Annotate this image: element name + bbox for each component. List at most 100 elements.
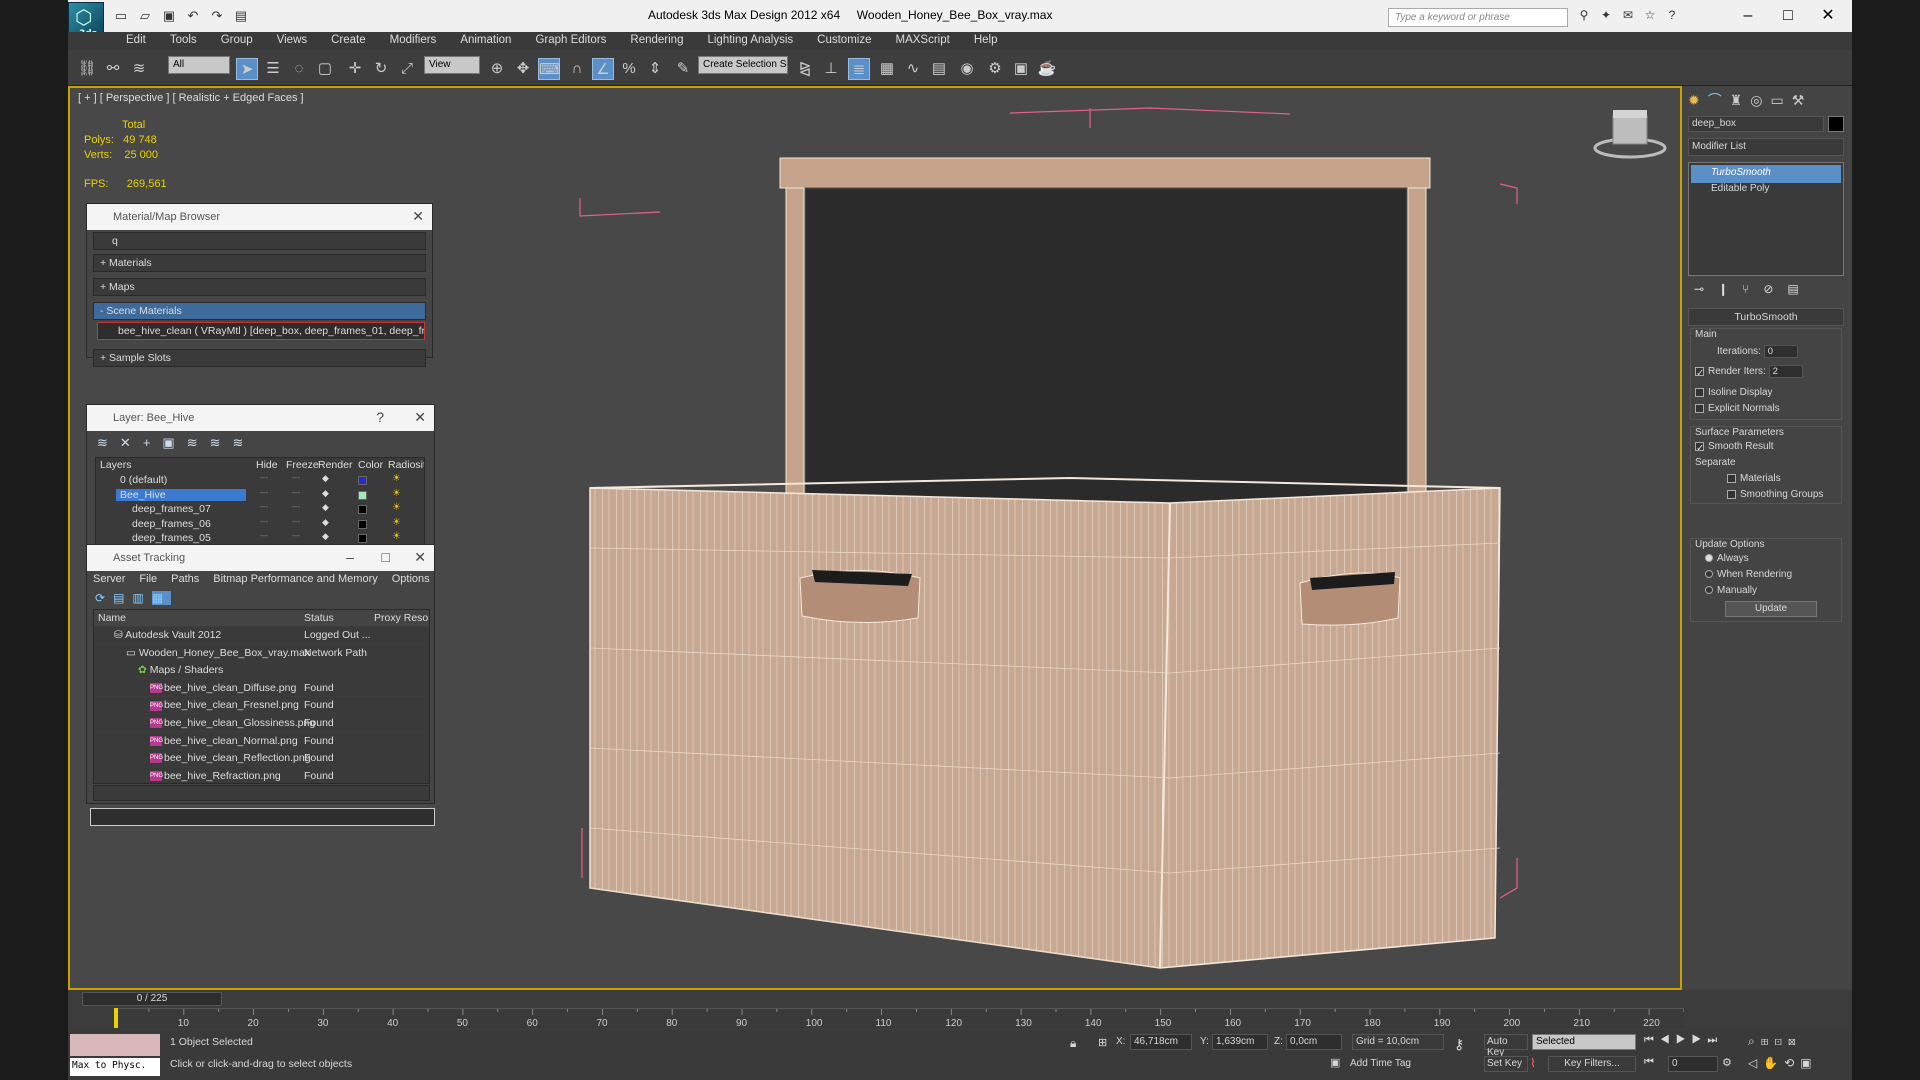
pivot-icon[interactable]: ⊕: [486, 58, 508, 80]
rollout-maps[interactable]: + Maps: [93, 278, 426, 296]
binoculars-icon[interactable]: ⚲: [1576, 8, 1592, 22]
render-setup-icon[interactable]: ⚙: [984, 58, 1006, 80]
zoom-all-icon[interactable]: ⊞: [1761, 1034, 1775, 1048]
lid-left-frame[interactable]: [785, 187, 805, 529]
material-editor-icon[interactable]: ◉: [956, 58, 978, 80]
key-mode-icon[interactable]: ⏮: [1644, 1056, 1654, 1069]
menu-lighting-analysis[interactable]: Lighting Analysis: [695, 32, 805, 50]
iterations-spinner[interactable]: 0: [1763, 345, 1798, 358]
layer-col-freeze[interactable]: Freeze: [286, 459, 319, 471]
refresh-icon[interactable]: ⟳: [95, 591, 113, 605]
link-icon[interactable]: ⛓: [76, 58, 98, 80]
object-color-swatch[interactable]: [1828, 116, 1844, 132]
rect-region-icon[interactable]: ◌: [288, 58, 310, 80]
layer-color-swatch[interactable]: [358, 534, 367, 543]
add-time-tag[interactable]: Add Time Tag: [1350, 1058, 1411, 1069]
percent-snap-icon[interactable]: %: [618, 58, 640, 80]
curve-editor-icon[interactable]: ∿: [902, 58, 924, 80]
close-icon[interactable]: ✕: [414, 409, 426, 426]
menu-edit[interactable]: Edit: [114, 32, 158, 50]
freeze-toggle[interactable]: ---: [292, 488, 300, 497]
perspective-viewport[interactable]: [ + ] [ Perspective ] [ Realistic + Edge…: [68, 86, 1682, 990]
material-search-input[interactable]: q: [93, 232, 426, 250]
communication-icon[interactable]: ✉: [1620, 8, 1636, 22]
close-icon[interactable]: ✕: [414, 549, 426, 566]
asset-row[interactable]: ⛁ Autodesk Vault 2012 Logged Out ...: [94, 627, 429, 644]
asset-menu-paths[interactable]: Paths: [171, 573, 199, 585]
modifier-list-dropdown[interactable]: Modifier List: [1688, 138, 1844, 156]
time-marker[interactable]: [114, 1008, 118, 1028]
modify-tab-icon[interactable]: ⌒: [1708, 92, 1730, 108]
close-button[interactable]: ✕: [1808, 4, 1848, 28]
freeze-toggle[interactable]: ---: [292, 531, 300, 540]
goto-end-icon[interactable]: ⏭: [1707, 1034, 1723, 1046]
motion-tab-icon[interactable]: ◎: [1750, 92, 1770, 108]
zoom-icon[interactable]: ⌕: [1748, 1034, 1761, 1048]
asset-menu-options[interactable]: Options: [392, 573, 430, 585]
layer-col-radiosity[interactable]: Radiosity: [388, 459, 424, 471]
asset-row[interactable]: PNGbee_hive_clean_Normal.png Found: [94, 733, 429, 750]
box-body[interactable]: [589, 487, 1501, 969]
play-icon[interactable]: ▶: [1676, 1034, 1692, 1046]
table-icon[interactable]: ▥: [132, 591, 151, 605]
x-coordinate[interactable]: 46,718cm: [1130, 1034, 1192, 1050]
layer-titlebar[interactable]: Layer: Bee_Hive? ✕: [87, 405, 434, 431]
time-slider[interactable]: 0 / 225: [82, 992, 222, 1006]
asset-menu-server[interactable]: Server: [93, 573, 125, 585]
select-object-icon[interactable]: ➤: [236, 58, 258, 80]
create-tab-icon[interactable]: ✹: [1688, 92, 1708, 108]
menu-customize[interactable]: Customize: [805, 32, 883, 50]
pan-icon[interactable]: ✋: [1763, 1056, 1784, 1070]
isoline-checkbox[interactable]: [1695, 387, 1704, 397]
redo-icon[interactable]: ↷: [208, 8, 226, 24]
selection-filter-dropdown[interactable]: All: [168, 56, 230, 74]
radiosity-icon[interactable]: ☀: [392, 531, 401, 542]
layer-color-swatch[interactable]: [358, 490, 367, 500]
when-rendering-radio[interactable]: [1705, 570, 1713, 579]
asset-row[interactable]: PNGbee_hive_clean_Reflection.png Found: [94, 750, 429, 768]
hide-toggle[interactable]: ---: [260, 531, 268, 540]
radiosity-icon[interactable]: ☀: [392, 488, 401, 499]
object-name-input[interactable]: deep_box: [1688, 116, 1824, 132]
asset-row[interactable]: PNGbee_hive_clean_Diffuse.png Found: [94, 680, 429, 697]
smoothing-groups-checkbox[interactable]: [1727, 489, 1736, 499]
bind-spacewarp-icon[interactable]: ≋: [128, 58, 150, 80]
maximize-viewport-icon[interactable]: ▣: [1800, 1056, 1817, 1070]
asset-menu-bitmap-performance-and-memory[interactable]: Bitmap Performance and Memory: [213, 573, 377, 585]
mirror-icon[interactable]: ⧎: [794, 58, 816, 80]
asset-row[interactable]: ▭ Wooden_Honey_Bee_Box_vray.max Network P…: [94, 645, 429, 662]
layer-help-icon[interactable]: ?: [376, 409, 384, 425]
hide-toggle[interactable]: ---: [260, 517, 268, 526]
track-bar[interactable]: 10 20 30 40 50 60 70 80 90 100 110 120 130 140 150 160 1…: [113, 1008, 1685, 1029]
create-layer-icon[interactable]: ≋: [97, 435, 120, 450]
show-end-result-icon[interactable]: ❙: [1718, 282, 1742, 296]
smooth-result-checkbox[interactable]: ✓: [1695, 441, 1704, 454]
time-config-icon[interactable]: ⚙: [1722, 1056, 1732, 1069]
ref-coord-dropdown[interactable]: View: [424, 56, 480, 74]
hide-all-icon[interactable]: ≋: [210, 435, 233, 450]
schematic-view-icon[interactable]: ▤: [928, 58, 950, 80]
maximize-icon[interactable]: □: [382, 549, 390, 565]
delete-layer-icon[interactable]: ✕: [120, 435, 143, 450]
asset-row[interactable]: PNGbee_hive_Refraction.png Found: [94, 768, 429, 783]
select-layer-icon[interactable]: ▣: [162, 435, 186, 450]
asset-col-1[interactable]: Status: [304, 612, 334, 624]
menu-create[interactable]: Create: [319, 32, 378, 50]
layer-col-render[interactable]: Render: [318, 459, 352, 471]
rollout-materials[interactable]: + Materials: [93, 254, 426, 272]
new-icon[interactable]: ▭: [112, 8, 130, 24]
rollout-scene-materials[interactable]: - Scene Materials: [93, 302, 426, 320]
infocenter-search[interactable]: Type a keyword or phrase: [1388, 8, 1568, 27]
make-unique-icon[interactable]: ⑂: [1742, 282, 1763, 296]
update-button[interactable]: Update: [1725, 601, 1817, 617]
freeze-toggle[interactable]: ---: [292, 473, 300, 482]
rotate-icon[interactable]: ↻: [370, 58, 392, 80]
grid-icon[interactable]: ▦: [151, 591, 172, 605]
menu-help[interactable]: Help: [962, 32, 1010, 50]
favorites-icon[interactable]: ☆: [1642, 8, 1658, 22]
hide-toggle[interactable]: ---: [260, 473, 268, 482]
menu-tools[interactable]: Tools: [158, 32, 209, 50]
asset-row[interactable]: ✿ Maps / Shaders: [94, 662, 429, 680]
menu-views[interactable]: Views: [265, 32, 319, 50]
key-filters-button[interactable]: Key Filters...: [1548, 1056, 1636, 1072]
